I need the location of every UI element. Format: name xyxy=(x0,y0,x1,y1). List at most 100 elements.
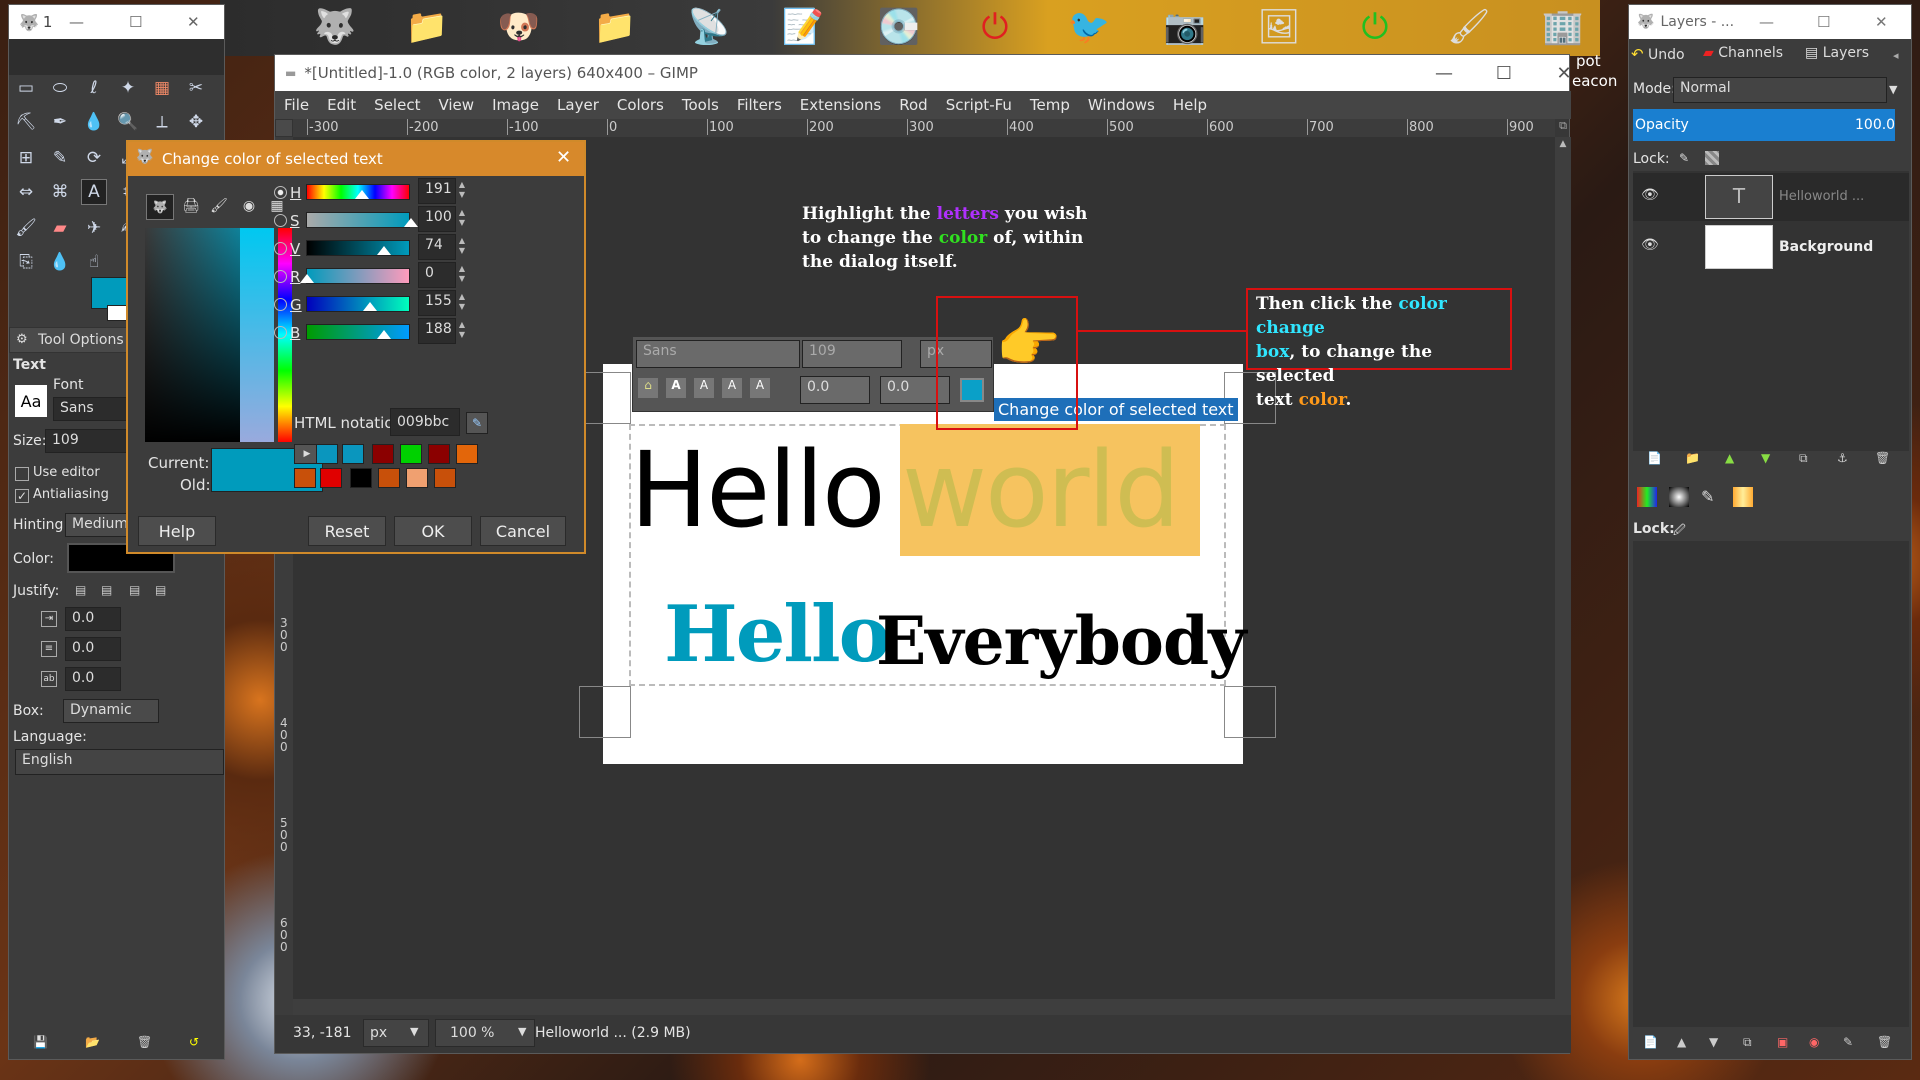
channel-s-slider[interactable] xyxy=(306,212,418,228)
channel-h-radio[interactable] xyxy=(274,186,287,199)
fonts-icon[interactable]: ✎ xyxy=(1701,487,1714,506)
color-picker-button[interactable]: ✎ xyxy=(466,412,488,434)
cmyk-selector-icon[interactable]: 🖨 xyxy=(178,194,204,220)
shear-tool-icon[interactable]: ⇔ xyxy=(13,179,39,205)
new-layer-group-icon[interactable]: 📁 xyxy=(1685,451,1700,465)
align-tool-icon[interactable]: ⊞ xyxy=(13,145,39,171)
gimp-selector-tab[interactable]: 🐺 xyxy=(146,194,174,220)
menu-filters[interactable]: Filters xyxy=(728,91,791,119)
justify-left-button[interactable]: ▤ xyxy=(75,583,89,597)
maximize-button[interactable]: ☐ xyxy=(1481,55,1527,91)
satellite-dish-icon[interactable]: 📡 xyxy=(686,4,732,50)
menu-help[interactable]: Help xyxy=(1164,91,1216,119)
color-history-swatch[interactable] xyxy=(316,444,338,464)
brushes-icon[interactable] xyxy=(1637,487,1657,507)
scroll-up-icon[interactable]: ▲ xyxy=(1555,139,1571,149)
color-picker-tool-icon[interactable]: 💧 xyxy=(81,109,107,135)
spinner-arrows-icon[interactable]: ▲▼ xyxy=(458,208,466,228)
letter-spacing-field[interactable]: 0.0 xyxy=(65,667,121,691)
lock-pixels-icon[interactable]: ✎ xyxy=(1679,151,1689,165)
menu-view[interactable]: View xyxy=(429,91,483,119)
gimp-wilber-icon[interactable]: 🐺 xyxy=(312,4,358,50)
visibility-eye-icon[interactable]: 👁 xyxy=(1641,187,1659,203)
menu-edit[interactable]: Edit xyxy=(318,91,365,119)
zoom-select[interactable]: 100 % ▼ xyxy=(435,1019,535,1047)
toolbar-size-field[interactable]: 109 xyxy=(802,340,902,368)
ok-button[interactable]: OK xyxy=(394,516,472,546)
cage-transform-tool-icon[interactable]: ⌘ xyxy=(47,179,73,205)
power-green-icon[interactable]: ⏻ xyxy=(1352,4,1398,50)
wheel-selector-icon[interactable]: ◉ xyxy=(236,194,262,220)
notepad-icon[interactable]: 📝 xyxy=(780,4,826,50)
toolbar-font-field[interactable]: Sans xyxy=(636,340,800,368)
navigation-icon[interactable]: ⧉ xyxy=(1555,119,1571,137)
patterns-icon[interactable] xyxy=(1669,487,1689,507)
visibility-eye-icon[interactable]: 👁 xyxy=(1641,237,1659,253)
channel-b-radio[interactable] xyxy=(274,326,287,339)
menu-tools[interactable]: Tools xyxy=(673,91,728,119)
underline-icon[interactable]: A xyxy=(722,378,742,398)
delete-options-icon[interactable]: 🗑 xyxy=(137,1035,152,1049)
undo-tab[interactable]: ↶ Undo xyxy=(1631,45,1701,71)
italic-icon[interactable]: A xyxy=(694,378,714,398)
minimize-button[interactable]: — xyxy=(1421,55,1467,91)
folder-icon[interactable]: 📁 xyxy=(404,4,450,50)
rotate-tool-icon[interactable]: ⟳ xyxy=(81,145,107,171)
smudge-tool-icon[interactable]: ☝ xyxy=(81,249,107,275)
channel-v-radio[interactable] xyxy=(274,242,287,255)
indent-field[interactable]: 0.0 xyxy=(65,607,121,631)
lower-icon[interactable]: ▼ xyxy=(1709,1035,1718,1049)
to-selection-icon[interactable]: ▣ xyxy=(1777,1035,1788,1049)
channel-s-value[interactable]: 100 xyxy=(418,206,456,232)
spinner-arrows-icon[interactable]: ▲▼ xyxy=(458,264,466,284)
move-tool-icon[interactable]: ✥ xyxy=(183,109,209,135)
raise-layer-icon[interactable]: ▲ xyxy=(1725,451,1734,465)
use-editor-checkbox[interactable] xyxy=(15,467,29,481)
menu-extensions[interactable]: Extensions xyxy=(791,91,890,119)
paintbrush-tool-icon[interactable]: 🖌 xyxy=(13,215,39,241)
spinner-arrows-icon[interactable]: ▲▼ xyxy=(458,236,466,256)
slider-knob[interactable] xyxy=(363,302,378,311)
slider-knob[interactable] xyxy=(376,330,391,339)
close-button[interactable]: ✕ xyxy=(187,13,200,31)
building-document-icon[interactable]: 🏢 xyxy=(1540,4,1586,50)
menu-file[interactable]: File xyxy=(275,91,318,119)
blur-tool-icon[interactable]: 💧 xyxy=(47,249,73,275)
color-history-swatch[interactable] xyxy=(372,444,394,464)
color-select-tool-icon[interactable]: ▦ xyxy=(149,75,175,101)
justify-center-button[interactable]: ▤ xyxy=(129,583,143,597)
close-button[interactable]: ✕ xyxy=(1875,13,1888,31)
tool-options-tab[interactable]: ⚙ Tool Options xyxy=(9,327,129,353)
spinner-arrows-icon[interactable]: ▲▼ xyxy=(458,292,466,312)
fuzzy-select-tool-icon[interactable]: ✦ xyxy=(115,75,141,101)
color-history-swatch[interactable] xyxy=(400,444,422,464)
channel-r-radio[interactable] xyxy=(274,270,287,283)
paths-tool-icon[interactable]: ✒ xyxy=(47,109,73,135)
text-box-handle-se[interactable] xyxy=(1224,686,1276,738)
menu-windows[interactable]: Windows xyxy=(1079,91,1164,119)
measure-tool-icon[interactable]: ⟂ xyxy=(149,109,175,135)
folder-icon[interactable]: 📁 xyxy=(592,4,638,50)
channel-g-radio[interactable] xyxy=(274,298,287,311)
anchor-layer-icon[interactable]: ⚓ xyxy=(1837,451,1848,465)
color-history-swatch[interactable] xyxy=(350,468,372,488)
unit-select[interactable]: px ▼ xyxy=(363,1019,429,1047)
saturation-strip[interactable] xyxy=(240,228,274,442)
lock-icon[interactable]: 🖉 xyxy=(1673,521,1686,542)
ruler-corner[interactable] xyxy=(275,119,293,137)
new-icon[interactable]: 📄 xyxy=(1643,1035,1658,1049)
free-select-tool-icon[interactable]: ℓ xyxy=(81,75,107,101)
text-tool-icon[interactable]: A xyxy=(81,179,107,205)
channel-v-value[interactable]: 74 xyxy=(418,234,456,260)
minimize-button[interactable]: — xyxy=(1759,13,1774,31)
slider-knob[interactable] xyxy=(300,274,314,283)
tab-menu-icon[interactable]: ◂ xyxy=(1893,49,1899,62)
channel-g-value[interactable]: 155 xyxy=(418,290,456,316)
channel-b-value[interactable]: 188 xyxy=(418,318,456,344)
color-history-swatch[interactable] xyxy=(434,468,456,488)
layer-row[interactable]: 👁 T Helloworld ... xyxy=(1633,173,1909,221)
reset-button[interactable]: Reset xyxy=(308,516,386,546)
strikethrough-icon[interactable]: A xyxy=(750,378,770,398)
channel-b-slider[interactable] xyxy=(306,324,410,340)
menu-temp[interactable]: Temp xyxy=(1021,91,1079,119)
